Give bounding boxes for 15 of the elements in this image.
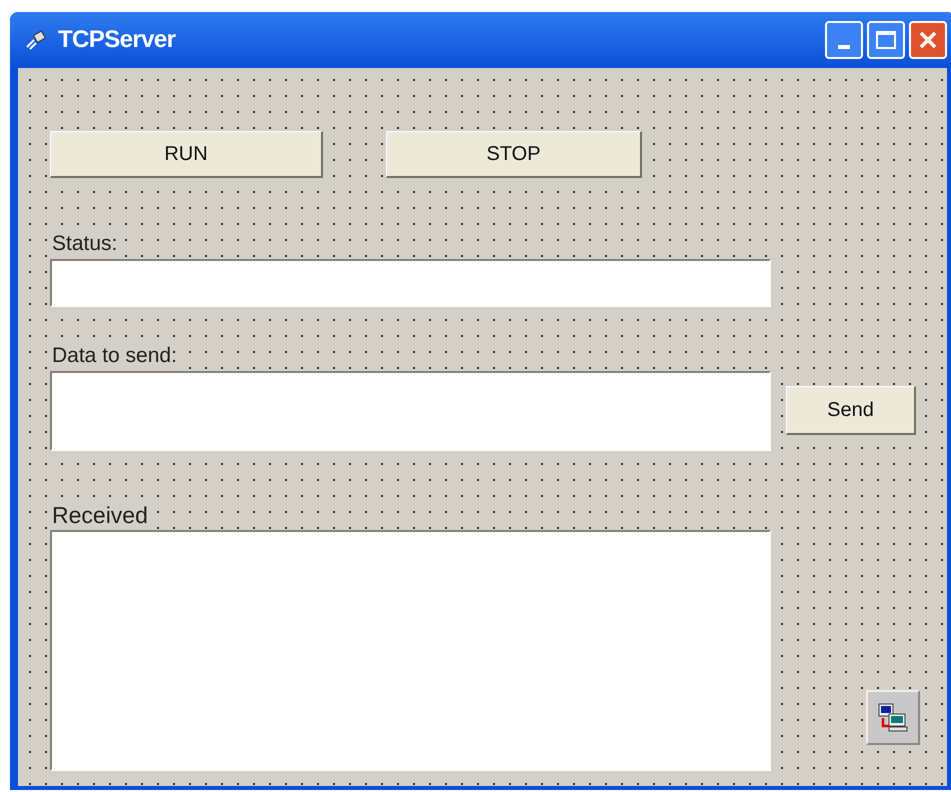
close-icon — [918, 30, 938, 50]
received-field[interactable] — [50, 530, 771, 771]
data-to-send-field[interactable] — [50, 371, 771, 451]
component-tray-item[interactable] — [866, 690, 920, 745]
status-field[interactable] — [50, 259, 771, 307]
stop-button[interactable]: STOP — [386, 131, 642, 178]
minimize-button[interactable] — [825, 21, 863, 59]
window-title: TCPServer — [58, 25, 176, 55]
send-button[interactable]: Send — [786, 386, 916, 435]
networked-computers-icon — [877, 702, 909, 734]
maximize-button[interactable] — [867, 21, 905, 59]
close-button[interactable] — [909, 21, 947, 59]
maximize-icon — [876, 31, 896, 49]
minimize-icon — [838, 45, 850, 49]
run-button[interactable]: RUN — [50, 131, 323, 178]
